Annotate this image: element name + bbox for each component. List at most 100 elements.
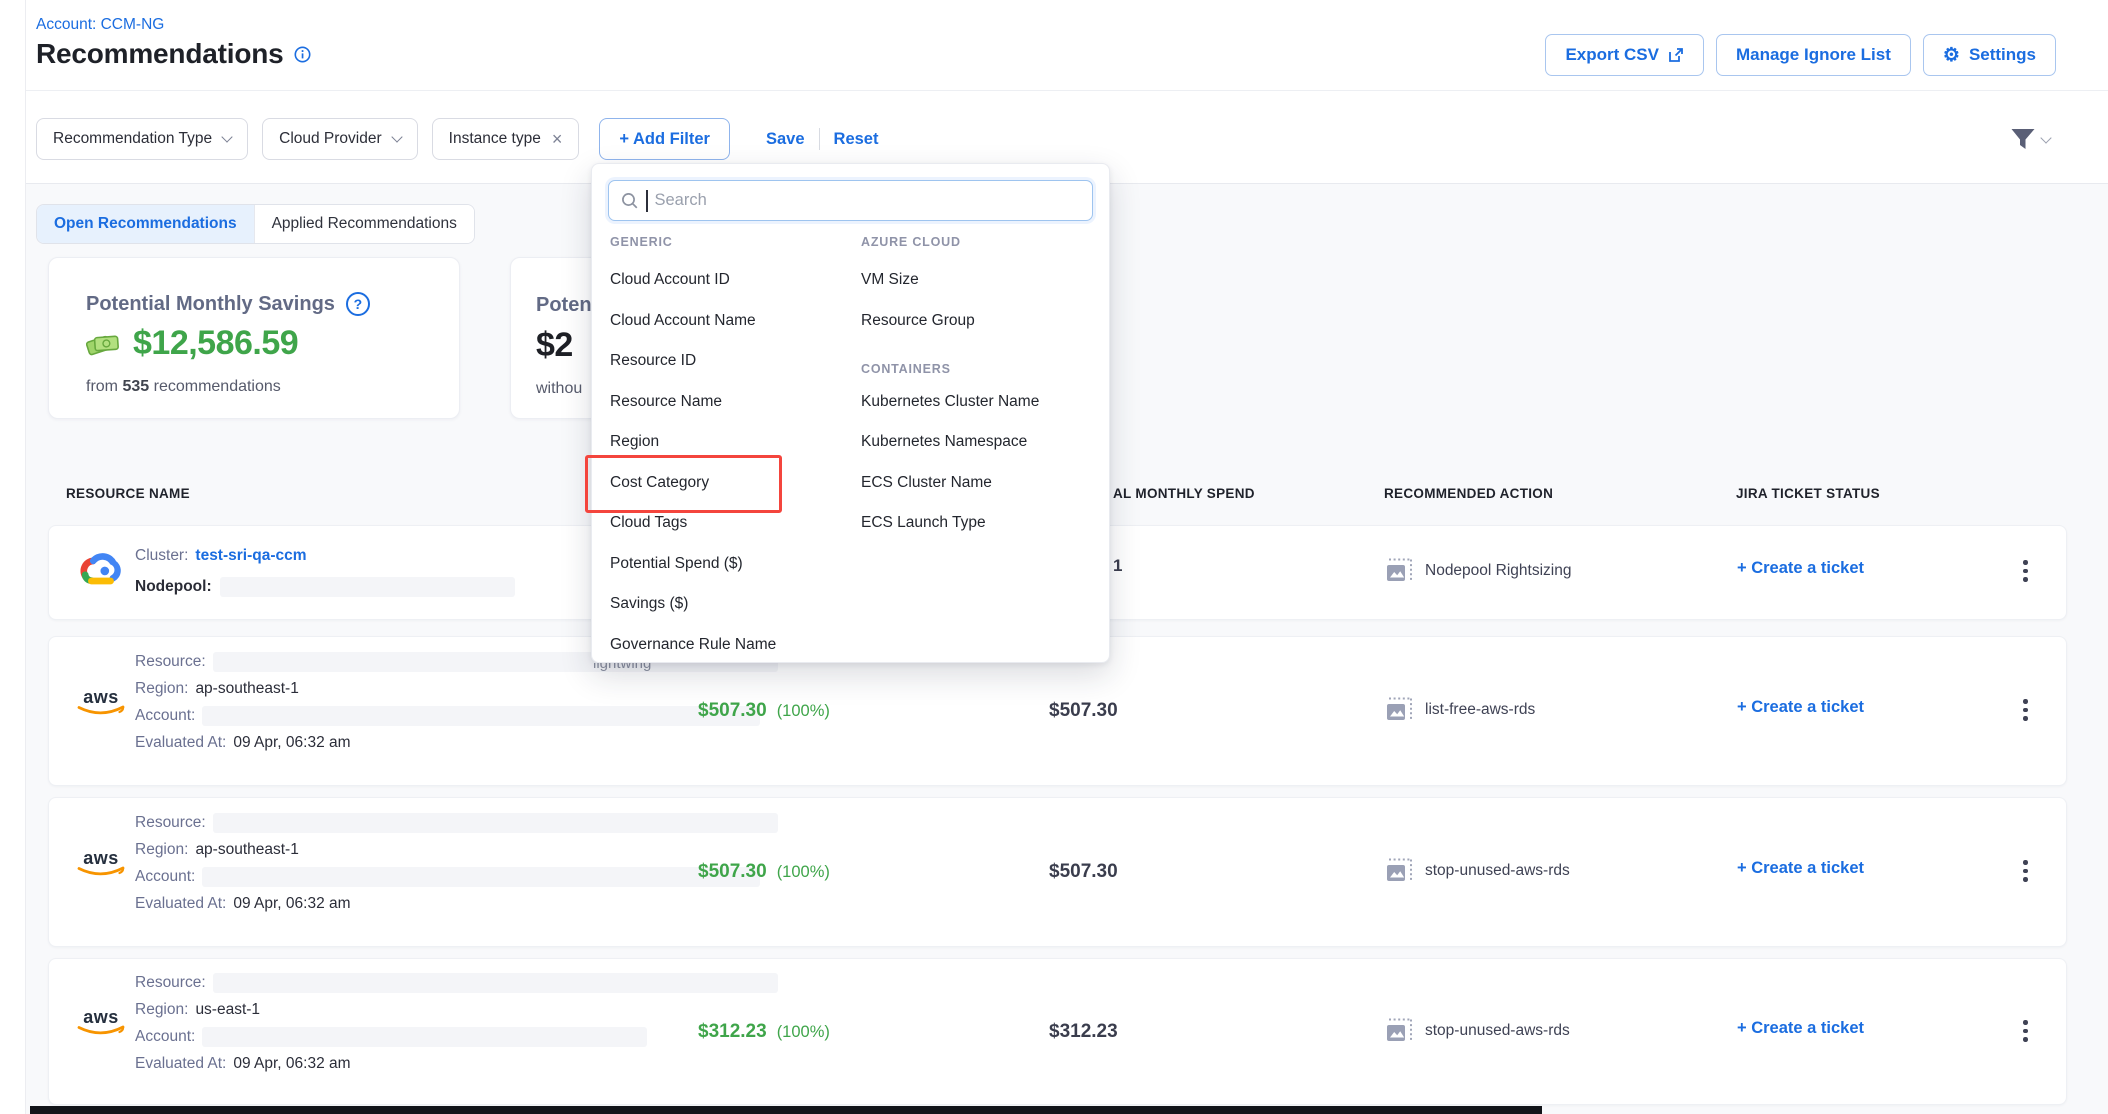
aws-smile-icon	[76, 705, 126, 718]
monthly-spend-value: $507.30	[1049, 700, 1118, 722]
table-row[interactable]: aws Resource: Region:ap-southeast-1 Acco…	[48, 797, 2067, 947]
filter-option-potential-spend[interactable]: Potential Spend ($)	[610, 555, 743, 573]
evaluated-at-value: 09 Apr, 06:32 am	[233, 895, 350, 913]
table-row[interactable]: aws Resource: Region:us-east-1 Account: …	[48, 958, 2067, 1105]
filter-option-ecs-cluster-name[interactable]: ECS Cluster Name	[861, 474, 992, 492]
col-header-recommended-action: RECOMMENDED ACTION	[1384, 486, 1553, 501]
filter-option-cost-category[interactable]: Cost Category	[610, 474, 709, 492]
broken-image-icon	[1386, 558, 1413, 583]
savings-count: 535	[122, 378, 149, 395]
filter-option-cloud-account-id[interactable]: Cloud Account ID	[610, 271, 730, 289]
recommendations-tabs: Open Recommendations Applied Recommendat…	[36, 204, 475, 244]
settings-button[interactable]: ⚙ Settings	[1923, 34, 2056, 76]
region-label: Region:	[135, 680, 188, 698]
row-menu-kebab-icon[interactable]	[2019, 695, 2032, 725]
spend-amount-fragment: $2	[536, 326, 573, 365]
filter-option-cloud-tags[interactable]: Cloud Tags	[610, 514, 687, 532]
account-label: Account:	[135, 1028, 195, 1046]
save-reset-divider	[819, 128, 820, 150]
create-ticket-link[interactable]: + Create a ticket	[1737, 1019, 1864, 1038]
aws-smile-icon	[76, 1025, 126, 1038]
evaluated-at-label: Evaluated At:	[135, 1055, 226, 1073]
row-menu-kebab-icon[interactable]	[2019, 1016, 2032, 1046]
evaluated-at-label: Evaluated At:	[135, 895, 226, 913]
create-ticket-link[interactable]: + Create a ticket	[1737, 559, 1864, 578]
manage-ignore-list-button[interactable]: Manage Ignore List	[1716, 34, 1911, 76]
recommended-action-label: stop-unused-aws-rds	[1425, 862, 1570, 880]
filter-option-vm-size[interactable]: VM Size	[861, 271, 919, 289]
filter-chip-recommendation-type[interactable]: Recommendation Type	[36, 118, 248, 160]
savings-percent: (100%)	[777, 1023, 830, 1042]
filter-option-governance-rule-name[interactable]: Governance Rule Name	[610, 636, 776, 654]
create-ticket-link[interactable]: + Create a ticket	[1737, 698, 1864, 717]
aws-icon: aws	[75, 689, 127, 723]
settings-label: Settings	[1969, 45, 2036, 65]
potential-savings-cell: $507.30 (100%)	[698, 700, 830, 722]
savings-card-title-text: Potential Monthly Savings	[86, 293, 335, 316]
filter-option-savings[interactable]: Savings ($)	[610, 595, 688, 613]
region-value: us-east-1	[195, 1001, 260, 1019]
filter-panel-toggle[interactable]	[2010, 128, 2050, 151]
filter-option-region[interactable]: Region	[610, 433, 659, 451]
chevron-down-icon	[2040, 132, 2051, 143]
external-link-icon	[1668, 47, 1684, 63]
header-actions: Export CSV Manage Ignore List ⚙ Settings	[1545, 34, 2056, 76]
savings-amount: $12,586.59	[86, 324, 298, 363]
tab-label: Open Recommendations	[54, 215, 237, 233]
filter-option-ecs-launch-type[interactable]: ECS Launch Type	[861, 514, 986, 532]
filter-option-resource-group[interactable]: Resource Group	[861, 312, 975, 330]
tab-applied-recommendations[interactable]: Applied Recommendations	[254, 205, 474, 243]
close-icon[interactable]: ×	[552, 130, 563, 148]
account-label: Account:	[135, 707, 195, 725]
evaluated-at-value: 09 Apr, 06:32 am	[233, 734, 350, 752]
filter-option-resource-name[interactable]: Resource Name	[610, 393, 722, 411]
filter-chip-cloud-provider[interactable]: Cloud Provider	[262, 118, 418, 160]
export-csv-button[interactable]: Export CSV	[1545, 34, 1704, 76]
cluster-name-link[interactable]: test-sri-qa-ccm	[195, 547, 306, 565]
tab-label: Applied Recommendations	[272, 215, 457, 233]
help-icon[interactable]: ?	[346, 292, 370, 316]
filter-chip-instance-type[interactable]: Instance type ×	[432, 118, 580, 160]
savings-card-title: Potential Monthly Savings ?	[86, 292, 370, 316]
savings-sub-prefix: from	[86, 378, 118, 395]
dropdown-search[interactable]	[608, 180, 1093, 221]
row-menu-kebab-icon[interactable]	[2019, 856, 2032, 886]
redacted-value	[202, 867, 760, 887]
add-filter-button[interactable]: + Add Filter	[599, 118, 730, 160]
recommended-action-label: Nodepool Rightsizing	[1425, 562, 1571, 580]
section-azure-cloud: AZURE CLOUD	[861, 235, 961, 249]
reset-filter-link[interactable]: Reset	[834, 130, 879, 149]
export-csv-label: Export CSV	[1565, 45, 1659, 65]
recommended-action-label: list-free-aws-rds	[1425, 701, 1535, 719]
filter-option-cloud-account-name[interactable]: Cloud Account Name	[610, 312, 756, 330]
chevron-down-icon	[391, 131, 402, 142]
create-ticket-link[interactable]: + Create a ticket	[1737, 859, 1864, 878]
search-input[interactable]	[655, 191, 1081, 210]
filter-option-kubernetes-namespace[interactable]: Kubernetes Namespace	[861, 433, 1027, 451]
info-icon[interactable]	[294, 46, 311, 63]
chip-label: Cloud Provider	[279, 130, 382, 148]
clipped-cell-text: lightwing	[593, 663, 663, 674]
cluster-label: Cluster:	[135, 547, 188, 565]
spend-card-title-fragment: Poten	[536, 294, 592, 317]
aws-logo-text: aws	[75, 1009, 127, 1025]
breadcrumb[interactable]: Account: CCM-NG	[36, 16, 164, 34]
savings-value: $507.30	[698, 700, 767, 722]
nodepool-label: Nodepool:	[135, 578, 212, 596]
section-containers: CONTAINERS	[861, 362, 951, 376]
spend-card-subtext-fragment: withou	[536, 380, 582, 398]
row-menu-kebab-icon[interactable]	[2019, 556, 2032, 586]
broken-image-icon	[1386, 1018, 1413, 1043]
potential-savings-cell: $507.30 (100%)	[698, 861, 830, 883]
clipped-cell-text-value: lightwing	[593, 663, 663, 672]
tab-open-recommendations[interactable]: Open Recommendations	[37, 205, 254, 243]
monthly-spend-value: $312.23	[1049, 1021, 1118, 1043]
savings-value: $312.23	[698, 1021, 767, 1043]
filter-option-kubernetes-cluster-name[interactable]: Kubernetes Cluster Name	[861, 393, 1039, 411]
funnel-icon	[2010, 128, 2036, 151]
save-filter-link[interactable]: Save	[766, 130, 805, 149]
resource-label: Resource:	[135, 814, 206, 832]
region-label: Region:	[135, 841, 188, 859]
filter-option-resource-id[interactable]: Resource ID	[610, 352, 696, 370]
recommended-action-label: stop-unused-aws-rds	[1425, 1022, 1570, 1040]
